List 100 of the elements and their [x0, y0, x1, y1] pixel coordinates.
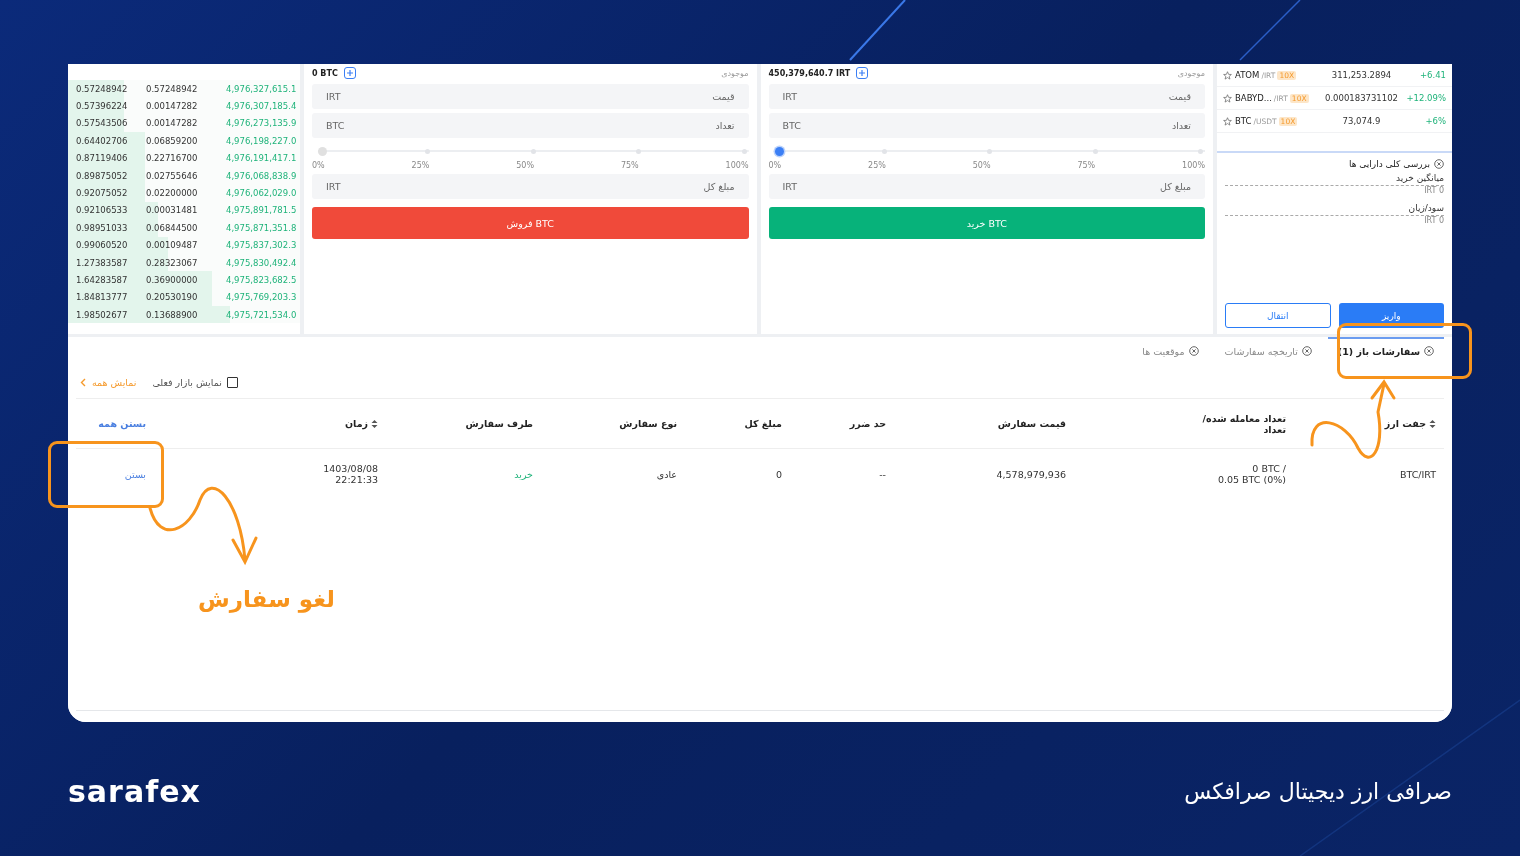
- star-icon[interactable]: [1223, 116, 1232, 126]
- tab[interactable]: تاریخچه سفارشات: [1214, 337, 1322, 363]
- price-text: 4,976,307,185.4: [226, 101, 297, 112]
- volume-text: 0.00147282: [146, 118, 199, 129]
- amount-text: 0.92106533: [76, 205, 129, 216]
- table-cell-text: 4,578,979,936: [995, 467, 1067, 482]
- price-text: 4,976,327,615.1: [226, 83, 297, 94]
- close-link[interactable]: بستن: [76, 468, 146, 480]
- tagline: صرافی ارز دیجیتال صرافکس: [1184, 779, 1452, 804]
- volume-text: 0.22716700: [146, 153, 199, 164]
- symbol-text: BABYD...: [1235, 93, 1272, 103]
- volume-text: 0.02200000: [146, 188, 199, 199]
- table-cell-text: خرید: [513, 467, 534, 482]
- table-cell-text: عادی: [655, 467, 678, 482]
- balance-text: 0 BTC: [312, 68, 338, 78]
- amount-text: 1.84813777: [76, 292, 129, 303]
- percent-label: 0%: [768, 161, 782, 170]
- volume-text: 0.57248942: [146, 83, 199, 94]
- percent-label: 100%: [725, 161, 749, 170]
- percent-label: 50%: [516, 161, 535, 170]
- show-all-link[interactable]: نمایش همه: [80, 377, 137, 388]
- transfer-button[interactable]: انتقال: [1225, 303, 1331, 328]
- close-all-link[interactable]: بستن همه: [98, 418, 146, 429]
- tab[interactable]: موقعیت ها: [1132, 337, 1209, 363]
- column-header: حد ضرر: [849, 418, 886, 429]
- price-text: 4,976,273,135.9: [226, 118, 297, 129]
- price-text: 4,975,837,302.3: [226, 240, 297, 251]
- asset-value: 0 IRT: [1423, 186, 1444, 195]
- amount-text: 0.57543506: [76, 118, 129, 129]
- volume-text: 0.13688900: [146, 309, 199, 320]
- asset-label: میانگین خرید: [1225, 173, 1444, 186]
- slider-thumb[interactable]: [774, 147, 784, 156]
- price-text: 4,975,721,534.0: [226, 309, 297, 320]
- symbol-text: BTC: [1235, 116, 1252, 126]
- volume-text: 0.36900000: [146, 275, 199, 285]
- amount-text: 1.98502677: [76, 309, 129, 320]
- price-text: 4,975,871,351.8: [226, 222, 297, 233]
- annotation-text: لغو سفارش: [198, 586, 335, 612]
- price-text: 4,975,769,203.3: [226, 292, 297, 303]
- percent-label: 100%: [1182, 161, 1205, 170]
- volume-text: 0.20530190: [146, 292, 199, 303]
- table-cell-text: 0: [774, 467, 783, 482]
- volume-text: 0.28323067: [146, 257, 199, 268]
- table-cell-text: BTC/IRT: [1398, 467, 1437, 482]
- plus-icon[interactable]: [856, 67, 869, 79]
- asset-label: سود/زیان: [1225, 203, 1444, 216]
- price-text: 4,975,823,682.5: [226, 275, 297, 285]
- column-header: مبلغ کل: [744, 418, 782, 429]
- column-header: طرف سفارش: [465, 418, 533, 429]
- volume-text: 0.00109487: [146, 240, 199, 251]
- price-text: 4,975,891,781.5: [226, 205, 297, 216]
- column-header: قیمت سفارش: [997, 418, 1066, 429]
- price-text: 4,976,062,029.0: [226, 188, 297, 199]
- close-circle-icon: [1424, 346, 1434, 356]
- amount-text: 1.64283587: [76, 275, 129, 285]
- percent-label: 0%: [312, 161, 325, 170]
- price-text: 311,253.2894: [1330, 70, 1393, 80]
- price-text: 4,976,191,417.1: [226, 153, 297, 164]
- star-icon[interactable]: [1223, 93, 1232, 103]
- amount-text: 0.64402706: [76, 135, 129, 146]
- column-header: زمان: [344, 418, 368, 429]
- price-text: 73,074.9: [1341, 116, 1382, 126]
- asset-value: 0 IRT: [1423, 216, 1444, 225]
- table-cell-text: --: [878, 467, 887, 482]
- change-text: +6.41: [1418, 70, 1446, 80]
- column-header: نوع سفارش: [619, 418, 677, 429]
- volume-text: 0.02755646: [146, 170, 199, 181]
- balance-label: موجودی: [1177, 68, 1205, 78]
- sort-icon[interactable]: [1429, 418, 1436, 429]
- slider-track[interactable]: [318, 146, 749, 155]
- price-text: 4,976,068,838.9: [226, 170, 297, 181]
- amount-text: 0.57248942: [76, 83, 129, 94]
- amount-text: 0.87119406: [76, 153, 129, 164]
- slider-thumb[interactable]: [318, 147, 327, 156]
- percent-label: 25%: [868, 161, 886, 170]
- amount-text: 0.89875052: [76, 170, 129, 181]
- checkbox[interactable]: [226, 377, 238, 388]
- column-header: جفت ارز: [1384, 418, 1426, 429]
- volume-text: 0.06844500: [146, 222, 199, 233]
- star-icon[interactable]: [1223, 70, 1232, 80]
- price-text: 4,976,198,227.0: [226, 135, 297, 146]
- volume-text: 0.06859200: [146, 135, 199, 146]
- sell-button[interactable]: فروش BTC: [312, 207, 749, 239]
- column-header: تعداد معامله شده/ تعداد: [1201, 412, 1286, 435]
- amount-text: 0.99060520: [76, 240, 129, 251]
- percent-label: 75%: [1077, 161, 1096, 170]
- slider-track[interactable]: [774, 146, 1205, 155]
- plus-icon[interactable]: [343, 67, 356, 79]
- checkbox-label: نمایش بازار فعلی: [152, 377, 222, 388]
- close-circle-icon: [1434, 159, 1444, 169]
- price-text: 4,975,830,492.4: [226, 257, 297, 268]
- buy-button[interactable]: خرید BTC: [768, 207, 1205, 239]
- volume-text: 0.00031481: [146, 205, 199, 216]
- amount-text: 0.57396224: [76, 101, 129, 112]
- percent-label: 25%: [411, 161, 430, 170]
- chevron-icon: [80, 378, 86, 387]
- sort-icon[interactable]: [371, 418, 378, 429]
- amount-text: 1.27383587: [76, 257, 129, 268]
- symbol-text: ATOM: [1235, 70, 1260, 80]
- balance-text: 450,379,640.7 IRT: [768, 68, 851, 78]
